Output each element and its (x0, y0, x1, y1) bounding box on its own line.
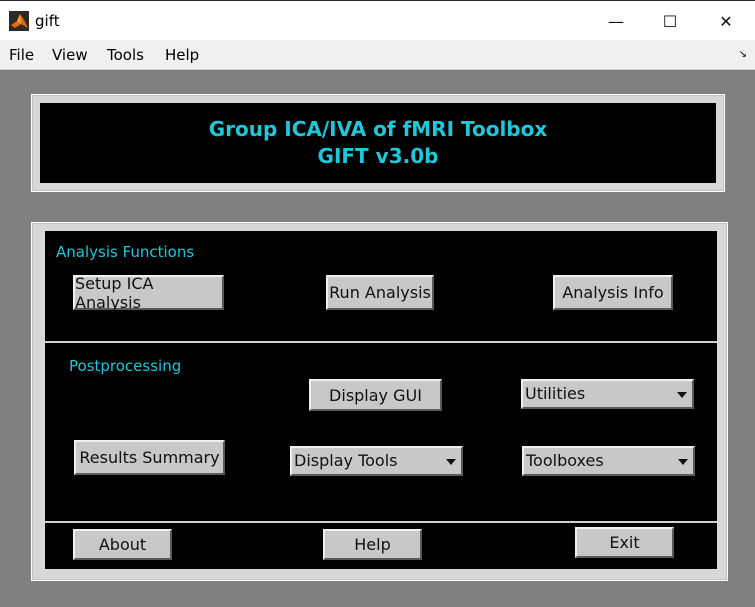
display-tools-dropdown[interactable]: Display Tools (290, 446, 463, 476)
dock-icon[interactable]: ↘ (739, 49, 747, 60)
chevron-down-icon (678, 459, 688, 465)
maximize-button[interactable]: ☐ (643, 1, 697, 41)
controls-frame: Analysis Functions Setup ICA Analysis Ru… (31, 222, 728, 581)
section-divider (45, 341, 717, 343)
display-tools-dropdown-value: Display Tools (294, 451, 398, 470)
display-gui-button[interactable]: Display GUI (309, 379, 442, 411)
about-button[interactable]: About (73, 529, 172, 560)
menu-file[interactable]: File (9, 46, 34, 64)
chevron-down-icon (446, 459, 456, 465)
controls-panel: Analysis Functions Setup ICA Analysis Ru… (45, 231, 717, 569)
menu-help[interactable]: Help (165, 46, 199, 64)
minimize-button[interactable]: — (589, 1, 643, 41)
banner-version: GIFT v3.0b (317, 144, 439, 168)
postprocessing-label: Postprocessing (69, 357, 182, 375)
analysis-info-button[interactable]: Analysis Info (553, 275, 673, 310)
setup-ica-analysis-button[interactable]: Setup ICA Analysis (73, 274, 224, 312)
chevron-down-icon (677, 392, 687, 398)
menu-view[interactable]: View (52, 46, 88, 64)
utilities-dropdown-value: Utilities (525, 384, 586, 403)
menu-tools[interactable]: Tools (107, 46, 144, 64)
matlab-logo-icon (9, 11, 29, 31)
footer-divider (45, 521, 717, 523)
utilities-dropdown[interactable]: Utilities (521, 379, 694, 409)
banner-panel: Group ICA/IVA of fMRI Toolbox GIFT v3.0b (40, 103, 716, 183)
analysis-functions-label: Analysis Functions (56, 243, 195, 261)
exit-button[interactable]: Exit (575, 527, 674, 558)
menu-bar: File View Tools Help ↘ (0, 40, 755, 70)
results-summary-button[interactable]: Results Summary (74, 440, 225, 475)
toolboxes-dropdown-value: Toolboxes (526, 451, 604, 470)
window-title: gift (35, 12, 60, 30)
help-button[interactable]: Help (323, 529, 422, 560)
banner-frame: Group ICA/IVA of fMRI Toolbox GIFT v3.0b (31, 94, 725, 192)
banner-title: Group ICA/IVA of fMRI Toolbox (208, 117, 548, 141)
toolboxes-dropdown[interactable]: Toolboxes (522, 446, 695, 476)
run-analysis-button[interactable]: Run Analysis (326, 275, 434, 310)
close-button[interactable]: ✕ (699, 1, 753, 41)
title-bar: gift — ☐ ✕ (0, 0, 755, 41)
